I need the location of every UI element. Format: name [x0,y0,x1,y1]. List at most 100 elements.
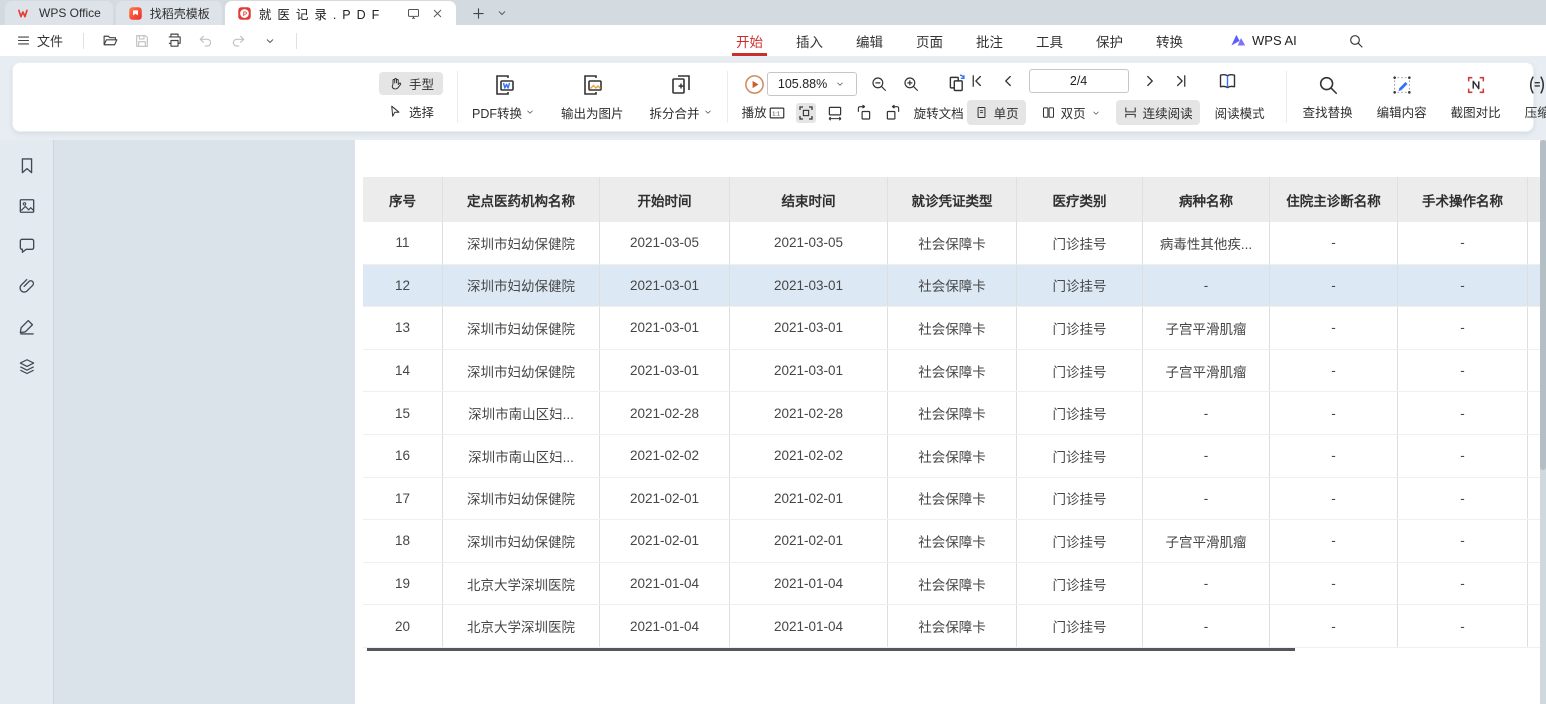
tab-annotate[interactable]: 批注 [976,25,1003,56]
thumbnail-image-icon[interactable] [17,196,37,216]
edit-content-button[interactable]: 编辑内容 [1377,74,1427,121]
search-icon[interactable] [1348,33,1364,49]
zoom-in-button[interactable] [901,74,921,94]
continuous-read-button[interactable]: 连续阅读 [1116,100,1200,125]
hand-tool-button[interactable]: 手型 [379,72,443,95]
signature-icon[interactable] [17,316,37,336]
zoom-out-button[interactable] [869,74,889,94]
table-row[interactable]: 19北京大学深圳医院2021-01-042021-01-04社会保障卡门诊挂号-… [363,563,1540,606]
zoom-level-dropdown[interactable]: 105.88% [767,72,857,96]
split-merge-icon [669,73,693,97]
double-page-icon [1041,105,1056,120]
save-icon [134,33,150,49]
rotate-document-icon [946,73,967,94]
read-mode-button[interactable]: 阅读模式 [1208,100,1272,125]
scrollbar-thumb[interactable] [1540,140,1546,470]
tab-convert[interactable]: 转换 [1156,25,1183,56]
table-row[interactable]: 16深圳市南山区妇...2021-02-022021-02-02社会保障卡门诊挂… [363,435,1540,478]
pdf-viewer-area[interactable]: 序号定点医药机构名称开始时间结束时间就诊凭证类型医疗类别病种名称住院主诊断名称手… [54,140,1546,704]
prev-page-button[interactable] [998,71,1018,91]
quick-toolbar-chevron[interactable] [258,29,282,53]
table-cell: 北京大学深圳医院 [443,563,600,605]
find-replace-icon [1317,74,1339,96]
save-button[interactable] [130,29,154,53]
first-page-button[interactable] [967,71,987,91]
attachment-icon[interactable] [17,276,37,296]
layers-icon[interactable] [17,356,37,376]
fit-width-button[interactable] [825,103,845,123]
wps-ai-label: WPS AI [1252,33,1297,48]
undo-button[interactable] [194,29,218,53]
single-page-label: 单页 [994,103,1019,122]
find-replace-button[interactable]: 查找替换 [1303,74,1353,121]
export-image-label: 输出为图片 [561,103,624,122]
tab-wps-home[interactable]: WPS Office [5,1,113,25]
redo-button[interactable] [226,29,250,53]
edit-content-icon [1391,74,1413,96]
vertical-scrollbar[interactable] [1540,140,1546,704]
enter-desktop-icon[interactable] [406,6,421,21]
wps-ai-button[interactable]: WPS AI [1230,32,1297,49]
select-tool-button[interactable]: 选择 [379,100,443,123]
table-cell: 子宫平滑肌瘤 [1143,520,1270,562]
rotate-document-button[interactable] [947,74,967,94]
table-cell: 门诊挂号 [1017,392,1143,434]
open-file-button[interactable] [98,29,122,53]
tab-edit[interactable]: 编辑 [856,25,883,56]
split-merge-button[interactable]: 拆分合并 [650,73,713,122]
tab-list-chevron-icon[interactable] [496,7,508,19]
table-cell: 深圳市妇幼保健院 [443,222,600,264]
close-tab-icon[interactable] [431,7,444,20]
new-tab-icon[interactable] [471,6,486,21]
single-page-button[interactable]: 单页 [967,100,1026,125]
table-cell: - [1143,392,1270,434]
table-end-line [367,648,1295,651]
tab-docer-templates[interactable]: 找稻壳模板 [116,1,222,25]
rotate-left-button[interactable] [854,103,874,123]
file-menu-button[interactable]: 文件 [10,28,69,53]
undo-icon [198,33,214,49]
tab-home[interactable]: 开始 [736,25,763,56]
divider [296,33,297,49]
table-row[interactable]: 18深圳市妇幼保健院2021-02-012021-02-01社会保障卡门诊挂号子… [363,520,1540,563]
table-cell: - [1270,520,1398,562]
next-page-button[interactable] [1140,71,1160,91]
compress-button[interactable]: 压缩 [1525,74,1546,121]
table-row[interactable]: 13深圳市妇幼保健院2021-03-012021-03-01社会保障卡门诊挂号子… [363,307,1540,350]
chevron-down-icon [525,107,535,117]
table-cell: 2021-02-01 [730,478,888,520]
table-cell: 18 [363,520,443,562]
table-cell: 门诊挂号 [1017,350,1143,392]
comment-icon[interactable] [17,236,37,256]
tab-page[interactable]: 页面 [916,25,943,56]
read-mode-icon-button[interactable] [1218,71,1238,91]
tab-tools[interactable]: 工具 [1036,25,1063,56]
table-row[interactable]: 12深圳市妇幼保健院2021-03-012021-03-01社会保障卡门诊挂号-… [363,265,1540,308]
print-icon [166,32,183,49]
pdf-convert-button[interactable]: PDF转换 [472,73,535,122]
table-cell [1528,392,1540,434]
screenshot-compare-button[interactable]: 截图对比 [1451,74,1501,121]
table-cell: 门诊挂号 [1017,605,1143,647]
page-number-input[interactable]: 2/4 [1029,69,1129,93]
actual-size-button[interactable] [767,103,787,123]
table-row[interactable]: 20北京大学深圳医院2021-01-042021-01-04社会保障卡门诊挂号-… [363,605,1540,648]
last-page-button[interactable] [1171,71,1191,91]
tab-insert[interactable]: 插入 [796,25,823,56]
table-row[interactable]: 11深圳市妇幼保健院2021-03-052021-03-05社会保障卡门诊挂号病… [363,222,1540,265]
table-row[interactable]: 15深圳市南山区妇...2021-02-282021-02-28社会保障卡门诊挂… [363,392,1540,435]
fit-page-button[interactable] [796,103,816,123]
rotate-document-label[interactable]: 旋转文档 [914,103,964,122]
export-image-button[interactable]: 输出为图片 [561,73,624,122]
double-page-button[interactable]: 双页 [1034,100,1108,125]
table-row[interactable]: 17深圳市妇幼保健院2021-02-012021-02-01社会保障卡门诊挂号-… [363,478,1540,521]
table-row[interactable]: 14深圳市妇幼保健院2021-03-012021-03-01社会保障卡门诊挂号子… [363,350,1540,393]
tab-document-pdf[interactable]: 就医记录.PDF [225,1,456,25]
tab-protect[interactable]: 保护 [1096,25,1123,56]
rotate-right-button[interactable] [883,103,903,123]
table-cell: 深圳市妇幼保健院 [443,350,600,392]
play-button[interactable]: 播放 [742,73,767,121]
bookmark-icon[interactable] [17,156,37,176]
print-button[interactable] [162,29,186,53]
table-cell: 2021-01-04 [730,605,888,647]
